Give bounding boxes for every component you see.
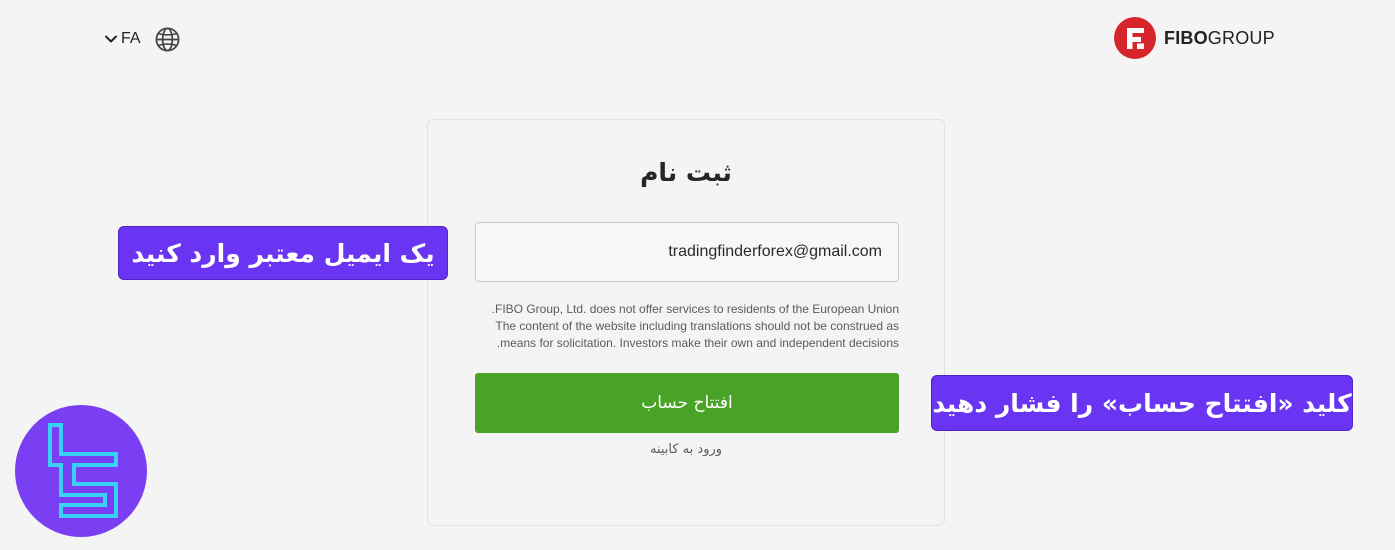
language-selector[interactable]: FA <box>104 26 141 52</box>
disclaimer-line: The content of the website including tra… <box>495 319 899 333</box>
globe-icon[interactable] <box>154 26 181 53</box>
email-instruction-callout: یک ایمیل معتبر وارد کنید <box>118 226 448 280</box>
brand-name-bold: FIBO <box>1164 27 1208 48</box>
disclaimer-line: means for solicitation. Investors make t… <box>496 336 899 350</box>
disclaimer-line: FIBO Group, Ltd. does not offer services… <box>491 302 899 316</box>
chevron-down-icon <box>105 35 117 43</box>
email-field[interactable] <box>475 222 899 282</box>
button-instruction-callout: کلید «افتتاح حساب» را فشار دهید <box>931 375 1353 431</box>
brand-name: FIBOGROUP <box>1164 28 1275 49</box>
open-account-button[interactable]: افتتاح حساب <box>475 373 899 433</box>
fibo-logo-icon <box>1114 17 1156 59</box>
disclaimer-text: FIBO Group, Ltd. does not offer services… <box>475 301 899 352</box>
cabinet-login-link[interactable]: ورود به کابینه <box>428 442 944 457</box>
brand-logo[interactable]: FIBOGROUP <box>1113 16 1275 60</box>
form-title: ثبت نام <box>640 158 732 187</box>
language-code: FA <box>121 30 141 47</box>
tradingfinder-logo-icon <box>15 405 147 537</box>
brand-name-regular: GROUP <box>1207 27 1275 48</box>
registration-card: ثبت نام FIBO Group, Ltd. does not offer … <box>427 119 945 526</box>
